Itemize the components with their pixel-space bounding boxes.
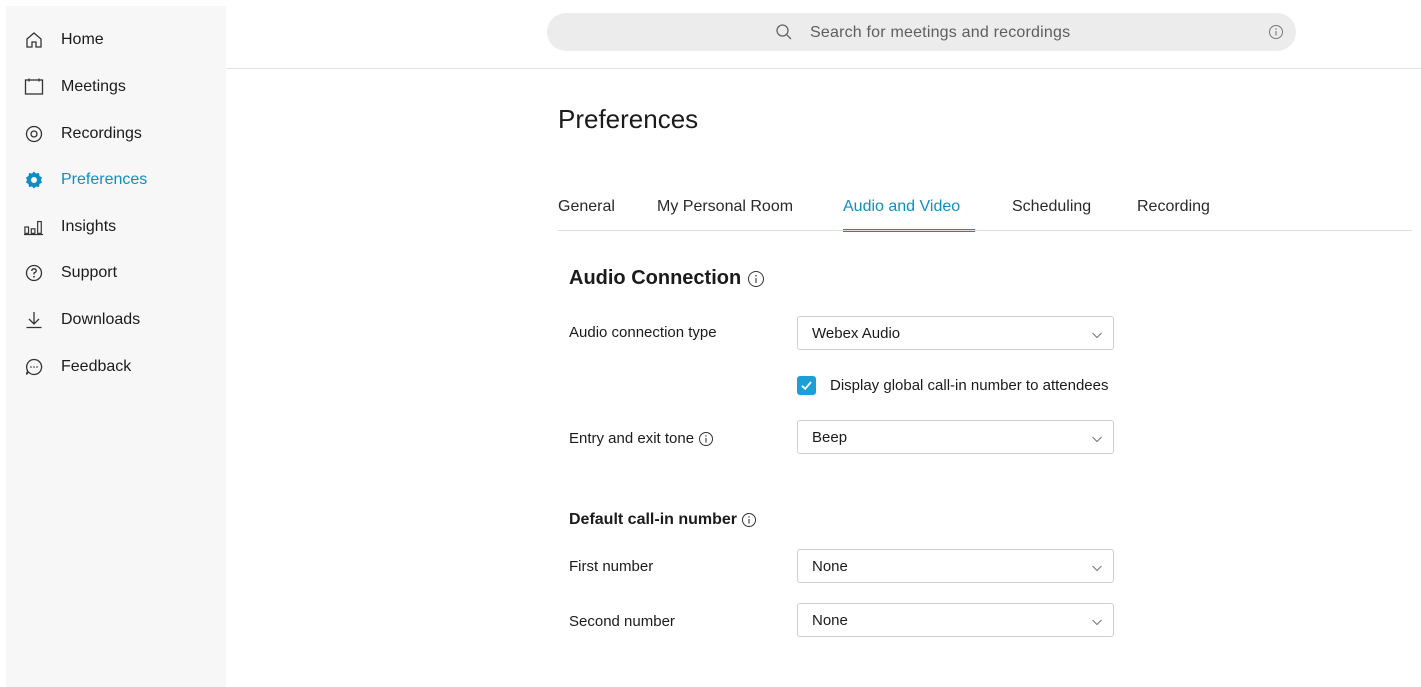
info-icon[interactable] xyxy=(1268,24,1284,40)
header-divider xyxy=(226,68,1421,69)
sidebar-item-feedback[interactable]: Feedback xyxy=(6,352,226,382)
chevron-down-icon xyxy=(1091,615,1103,627)
info-icon[interactable] xyxy=(698,431,714,447)
tabs-divider xyxy=(558,230,1412,231)
first-number-select[interactable]: None xyxy=(797,549,1114,583)
calendar-icon xyxy=(24,77,44,97)
entry-exit-tone-label: Entry and exit tone xyxy=(569,430,714,447)
select-value: Webex Audio xyxy=(812,325,901,342)
audio-connection-type-label: Audio connection type xyxy=(569,324,717,341)
gear-icon xyxy=(24,170,44,190)
chat-bubble-icon xyxy=(24,357,44,377)
download-icon xyxy=(24,310,44,330)
recording-icon xyxy=(24,124,44,144)
tab-audio-and-video[interactable]: Audio and Video xyxy=(843,198,960,216)
page-title: Preferences xyxy=(558,104,699,134)
sidebar-item-label: Recordings xyxy=(61,125,142,142)
help-icon xyxy=(24,263,44,283)
sidebar-item-label: Insights xyxy=(61,218,117,235)
select-value: None xyxy=(812,612,848,629)
sidebar-item-label: Preferences xyxy=(61,171,148,188)
sidebar-item-downloads[interactable]: Downloads xyxy=(6,305,226,335)
home-icon xyxy=(24,30,44,50)
sidebar-item-label: Meetings xyxy=(61,78,126,95)
tab-my-personal-room[interactable]: My Personal Room xyxy=(657,198,793,216)
second-number-label: Second number xyxy=(569,613,675,630)
sidebar-item-home[interactable]: Home xyxy=(6,25,226,55)
select-value: None xyxy=(812,558,848,575)
sidebar-item-label: Feedback xyxy=(61,358,132,375)
bar-chart-icon xyxy=(24,217,44,237)
second-number-select[interactable]: None xyxy=(797,603,1114,637)
global-callin-label: Display global call-in number to attende… xyxy=(830,377,1109,394)
tab-recording[interactable]: Recording xyxy=(1137,198,1210,216)
section-title-text: Audio Connection xyxy=(569,267,742,289)
chevron-down-icon xyxy=(1091,328,1103,340)
sidebar-item-preferences[interactable]: Preferences xyxy=(6,165,226,195)
info-icon[interactable] xyxy=(747,270,765,288)
entry-exit-tone-text: Entry and exit tone xyxy=(569,430,695,447)
chevron-down-icon xyxy=(1091,432,1103,444)
sidebar-item-support[interactable]: Support xyxy=(6,258,226,288)
sidebar-item-insights[interactable]: Insights xyxy=(6,212,226,242)
chevron-down-icon xyxy=(1091,561,1103,573)
tab-bar: General My Personal Room Audio and Video… xyxy=(558,190,1412,232)
sub-title-text: Default call-in number xyxy=(569,511,738,528)
search-bar[interactable]: Search for meetings and recordings xyxy=(547,13,1296,51)
search-input[interactable]: Search for meetings and recordings xyxy=(810,24,1070,42)
tab-general[interactable]: General xyxy=(558,198,615,216)
select-value: Beep xyxy=(812,429,848,446)
sidebar-item-recordings[interactable]: Recordings xyxy=(6,119,226,149)
global-callin-checkbox[interactable] xyxy=(797,376,816,395)
first-number-label: First number xyxy=(569,558,654,575)
sidebar-item-meetings[interactable]: Meetings xyxy=(6,72,226,102)
sidebar-item-label: Support xyxy=(61,264,118,281)
default-callin-heading: Default call-in number xyxy=(569,511,757,529)
tab-scheduling[interactable]: Scheduling xyxy=(1012,198,1091,216)
sidebar-item-label: Home xyxy=(61,31,104,48)
audio-connection-heading: Audio Connection xyxy=(569,267,765,290)
sidebar-item-label: Downloads xyxy=(61,311,141,328)
entry-exit-tone-select[interactable]: Beep xyxy=(797,420,1114,454)
search-icon xyxy=(775,23,793,41)
sidebar: Home Meetings Recordings Preferences Ins… xyxy=(6,6,226,687)
audio-connection-type-select[interactable]: Webex Audio xyxy=(797,316,1114,350)
info-icon[interactable] xyxy=(741,512,757,528)
